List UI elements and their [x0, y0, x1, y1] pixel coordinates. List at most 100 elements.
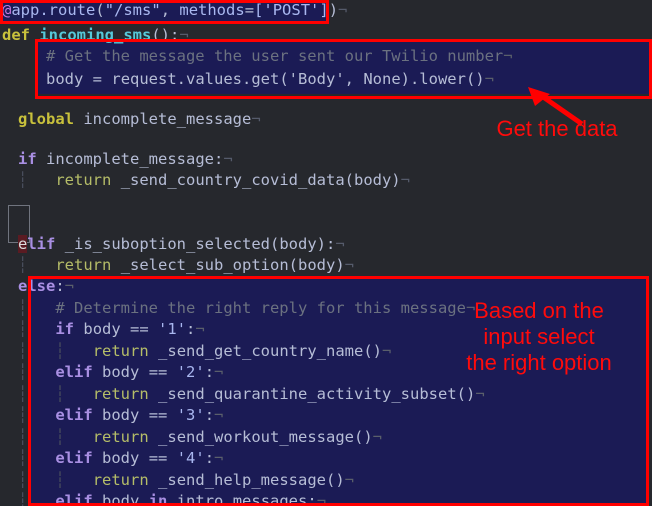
colon: :	[204, 449, 215, 467]
indent-guide: ┆	[18, 449, 28, 467]
indent-guide: ┆	[18, 492, 28, 506]
send-workout-message-call: _send_workout_message()	[158, 428, 373, 446]
colon: :	[325, 235, 336, 253]
var-body-token: body	[102, 449, 140, 467]
methods-value-token: ['POST']	[254, 1, 329, 19]
var-body-token: body	[102, 492, 140, 506]
literal-2-token: '2'	[176, 363, 205, 381]
eol-glyph: ¬	[316, 492, 327, 506]
elif-kw-token: lif	[27, 235, 56, 253]
literal-3-token: '3'	[176, 406, 205, 424]
elif-kw-token: elif	[55, 406, 93, 424]
send-country-covid-data-call: _send_country_covid_data(body)	[120, 171, 401, 189]
eol-glyph: ¬	[214, 449, 224, 467]
def-signature-tail: ():	[151, 26, 180, 44]
var-body-token: body	[102, 406, 140, 424]
indent-guide: ┆	[18, 428, 28, 446]
indent-guide: ┆	[18, 406, 28, 424]
eol-glyph: ¬	[214, 363, 224, 381]
eol-glyph: ¬	[195, 320, 205, 338]
else-kw-token: else	[18, 277, 56, 295]
code-editor-screenshot: @app.route("/sms", methods=['POST'])¬ de…	[0, 0, 652, 506]
in-kw-token: in	[148, 492, 168, 506]
route-path-token: "/sms"	[104, 1, 161, 19]
colon: :	[204, 363, 215, 381]
comment-token: # Determine the right reply for this mes…	[55, 299, 466, 317]
var-intro-messages-token: intro_messages	[176, 492, 308, 506]
assign-op-token: =	[92, 70, 103, 88]
var-body-token: body	[102, 363, 140, 381]
paren-open: (	[95, 1, 105, 19]
indent-guide: ┆	[18, 363, 28, 381]
colon: :	[55, 277, 65, 295]
return-kw-token: return	[92, 471, 149, 489]
return-kw-token: return	[55, 256, 112, 274]
select-sub-option-call: _select_sub_option(body)	[120, 256, 345, 274]
elif-kw-token: elif	[55, 449, 93, 467]
eol-glyph: ¬	[251, 110, 261, 128]
send-help-message-call: _send_help_message()	[158, 471, 345, 489]
decorator-name-token: app.route	[11, 1, 96, 19]
indent-guide: ┆	[18, 320, 28, 338]
if-kw-token: if	[55, 320, 75, 338]
return-kw-token: return	[92, 385, 149, 403]
eol-glyph: ¬	[335, 235, 345, 253]
send-get-country-name-call: _send_get_country_name()	[158, 342, 382, 360]
colon: :	[204, 406, 215, 424]
elif-kw-token: elif	[55, 492, 93, 506]
indent-guide: ┆	[18, 171, 28, 189]
return-kw-token: return	[55, 171, 112, 189]
eq-op-token: ==	[130, 320, 149, 338]
eol-glyph: ¬	[214, 406, 224, 424]
eol-glyph: ¬	[503, 47, 513, 65]
eol-glyph: ¬	[475, 385, 485, 403]
eq-op-token: ==	[148, 363, 168, 381]
return-kw-token: return	[92, 342, 149, 360]
indent-guide: ┆	[18, 471, 28, 489]
eol-glyph: ¬	[372, 428, 383, 446]
colon: :	[307, 492, 317, 506]
indent-guide: ┆	[55, 342, 65, 360]
methods-kw-token: methods	[179, 1, 245, 19]
annotation-based-on-input: Based on the input select the right opti…	[466, 298, 612, 375]
indent-guide: ┆	[18, 385, 28, 403]
code-line[interactable]: ┆ elif body in intro_messages:¬	[0, 489, 652, 506]
indent-guide: ┆	[55, 428, 65, 446]
eol-glyph: ¬	[484, 70, 494, 88]
eol-glyph: ¬	[400, 171, 410, 189]
indent-guide: ┆	[55, 385, 65, 403]
annotation-get-the-data: Get the data	[496, 116, 618, 141]
decorator-at-token: @	[2, 1, 12, 19]
colon: :	[186, 320, 196, 338]
indent-guide: ┆	[18, 342, 28, 360]
comma: ,	[160, 1, 180, 19]
var-body-token: body	[46, 70, 84, 88]
eol-glyph: ¬	[338, 1, 348, 19]
is-suboption-selected-call: _is_suboption_selected(body)	[64, 235, 326, 253]
eol-glyph: ¬	[64, 277, 75, 295]
equals: =	[244, 1, 255, 19]
eol-glyph: ¬	[344, 256, 354, 274]
return-kw-token: return	[92, 428, 149, 446]
eol-glyph: ¬	[179, 26, 189, 44]
literal-4-token: '4'	[176, 449, 205, 467]
var-body-token: body	[83, 320, 121, 338]
code-editor-surface[interactable]: @app.route("/sms", methods=['POST'])¬ de…	[0, 0, 652, 506]
def-kw-token: def	[2, 26, 30, 44]
eol-glyph: ¬	[223, 150, 233, 168]
eq-op-token: ==	[148, 406, 168, 424]
code-line[interactable]: @app.route("/sms", methods=['POST'])¬	[0, 0, 652, 23]
paren-close: )	[328, 1, 339, 19]
indent-guide: ┆	[55, 471, 65, 489]
global-kw-token: global	[18, 110, 74, 128]
colon: :	[214, 150, 224, 168]
var-incomplete-message-token: incomplete_message	[83, 110, 252, 128]
code-line[interactable]: # Get the message the user sent our Twil…	[0, 44, 652, 69]
literal-1-token: '1'	[158, 320, 187, 338]
indent-guide: ┆	[18, 256, 28, 274]
elif-kw-token: elif	[55, 363, 93, 381]
eol-glyph: ¬	[382, 342, 392, 360]
send-quarantine-activity-subset-call: _send_quarantine_activity_subset()	[158, 385, 476, 403]
eol-glyph: ¬	[344, 471, 355, 489]
var-incomplete-message-token: incomplete_message	[46, 150, 214, 168]
